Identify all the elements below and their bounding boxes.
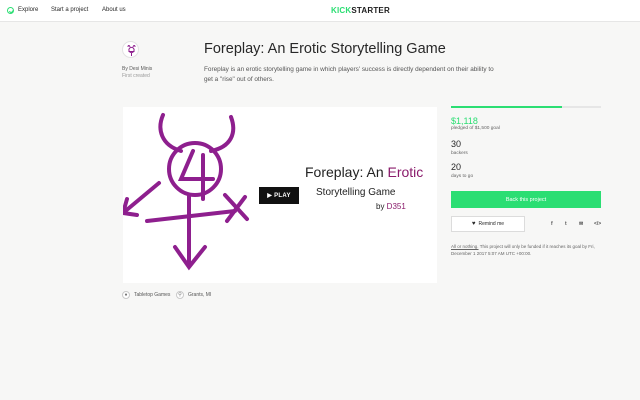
nav-start-project[interactable]: Start a project (51, 6, 88, 15)
back-this-project-button[interactable]: Back this project (451, 191, 601, 208)
funding-terms: All or nothing. This project will only b… (451, 244, 601, 257)
heart-icon: ♥ (471, 221, 476, 227)
location-label: Grants, MI (188, 292, 212, 298)
top-nav: Explore Start a project About us KICKSTA… (0, 0, 640, 22)
video-title-foreplay: Foreplay: (305, 164, 364, 180)
pledged-amount: $1,118 (451, 116, 478, 126)
kickstarter-logo[interactable]: KICKSTARTER (331, 6, 390, 16)
video-author: D351 (386, 202, 406, 211)
nav-about-us[interactable]: About us (102, 6, 126, 15)
backers-count: 30 (451, 139, 462, 149)
creator-status: First created (122, 73, 150, 79)
days-label: days to go (451, 174, 474, 179)
category-label: Tabletop Games (134, 292, 171, 298)
funding-progress-bar (451, 106, 601, 108)
category-icon: ● (122, 291, 130, 299)
creator-avatar[interactable] (122, 41, 139, 58)
video-title-line2: Storytelling Game (316, 187, 396, 198)
logo-part-starter: STARTER (351, 6, 390, 15)
video-title-line1: Foreplay: An Erotic (305, 164, 423, 180)
video-title-an: An (363, 164, 388, 180)
embed-icon[interactable]: </> (594, 221, 601, 227)
pledged-goal: pledged of $1,500 goal (451, 126, 500, 131)
compass-icon (7, 7, 14, 14)
creator-name[interactable]: By Desi Minis (122, 66, 152, 72)
nav-explore-label: Explore (18, 7, 39, 13)
facebook-share-icon[interactable]: f (551, 221, 553, 227)
funding-progress-fill (451, 106, 562, 108)
backers-label: backers (451, 151, 468, 156)
nav-explore[interactable]: Explore (7, 6, 38, 15)
email-share-icon[interactable]: ✉ (579, 221, 583, 227)
avatar-symbol-icon (127, 45, 136, 56)
all-or-nothing-link[interactable]: All or nothing. (451, 244, 479, 249)
project-blurb: Foreplay is an erotic storytelling game … (204, 66, 494, 83)
play-button[interactable]: ▶ PLAY (259, 187, 299, 204)
location-pin-icon: ⚲ (176, 291, 184, 299)
twitter-share-icon[interactable]: t (565, 221, 567, 227)
video-title-erotic: Erotic (387, 164, 424, 180)
category-tag[interactable]: ● Tabletop Games (122, 291, 170, 299)
video-title-byline: by D351 (376, 202, 406, 211)
video-by-label: by (376, 202, 387, 211)
remind-me-label: Remind me (478, 221, 505, 227)
location-tag[interactable]: ⚲ Grants, MI (176, 291, 211, 299)
days-count: 20 (451, 162, 462, 172)
project-title: Foreplay: An Erotic Storytelling Game (204, 41, 446, 57)
logo-part-kick: KICK (331, 6, 352, 15)
remind-me-button[interactable]: ♥ Remind me (451, 216, 525, 232)
